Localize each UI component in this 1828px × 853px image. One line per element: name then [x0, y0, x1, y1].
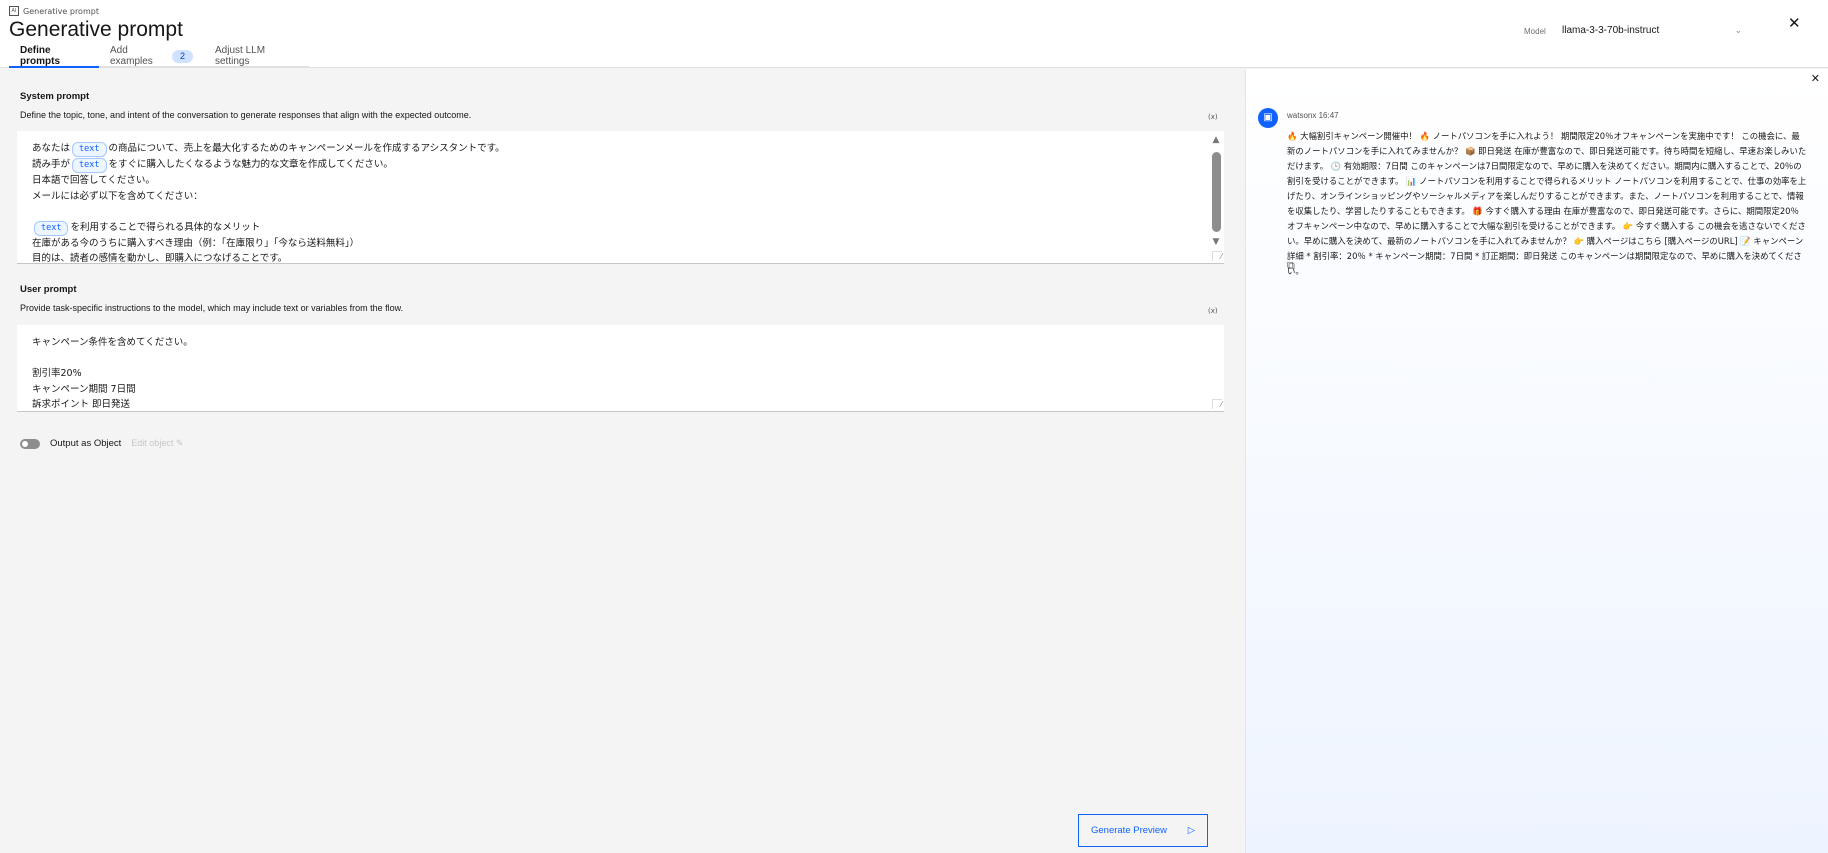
output-object-row: Output as Object Edit object ✎ [20, 438, 183, 449]
user-prompt-desc: Provide task-specific instructions to th… [20, 303, 404, 313]
message-sender: watsonx 16:47 [1287, 111, 1339, 120]
count-badge: 2 [171, 49, 193, 63]
chevron-down-icon: ⌄ [1734, 25, 1742, 35]
generate-preview-button[interactable]: Generate Preview ▷ [1078, 814, 1208, 847]
model-dropdown[interactable]: llama-3-3-70b-instruct ⌄ [1562, 25, 1742, 36]
chat-message: 🔥 大幅割引キャンペーン開催中！ 🔥 ノートパソコンを手に入れよう！ 期間限定2… [1287, 131, 1807, 276]
variable-chip[interactable]: text [34, 220, 69, 236]
tab-add-examples[interactable]: Add examples 2 [99, 45, 204, 68]
output-object-toggle[interactable] [20, 438, 40, 449]
tab-adjust-llm-settings[interactable]: Adjust LLM settings [204, 45, 309, 68]
scroll-down-icon[interactable]: ▼ [1210, 235, 1222, 251]
system-prompt-desc: Define the topic, tone, and intent of th… [20, 110, 472, 120]
variable-chip[interactable]: text [72, 158, 107, 173]
watsonx-avatar-icon: ▣ [1258, 108, 1278, 128]
preview-panel: ✕ ▣ watsonx 16:47 🔥 大幅割引キャンペーン開催中！ 🔥 ノート… [1245, 69, 1828, 853]
play-icon: ▷ [1187, 825, 1195, 836]
variable-chip[interactable]: text [72, 142, 107, 157]
scrollbar[interactable]: ▲ ▼ [1210, 133, 1222, 249]
header: AI Generative prompt Generative prompt De… [0, 0, 1828, 68]
close-panel-icon[interactable]: ✕ [1811, 72, 1820, 85]
tabs: Define prompts Add examples 2 Adjust LLM … [9, 45, 309, 68]
page-title: Generative prompt [9, 18, 183, 41]
copy-icon[interactable]: ⧉ [1287, 259, 1295, 273]
user-prompt-input[interactable]: キャンペーン条件を含めてください。 割引率20% キャンペーン期間 7日間 訴求… [17, 325, 1224, 412]
model-label: Model [1524, 27, 1546, 36]
resize-handle-icon[interactable]: ⁄ [1212, 399, 1222, 409]
resize-handle-icon[interactable]: ⁄ [1212, 251, 1222, 261]
prompt-editor: System prompt Define the topic, tone, an… [0, 69, 1245, 853]
breadcrumb: AI Generative prompt [9, 6, 99, 16]
pencil-icon: ✎ [175, 438, 184, 448]
ai-icon: AI [9, 6, 19, 16]
user-prompt-title: User prompt [20, 284, 77, 295]
variable-icon[interactable]: (x) [1208, 307, 1218, 315]
tab-define-prompts[interactable]: Define prompts [9, 45, 99, 68]
variable-icon[interactable]: (x) [1208, 113, 1218, 121]
edit-object-button[interactable]: Edit object ✎ [131, 438, 183, 449]
system-prompt-input[interactable]: あなたは text の商品について、売上を最大化するためのキャンペーンメールを作成す… [17, 131, 1224, 264]
system-prompt-title: System prompt [20, 91, 90, 102]
close-icon[interactable]: ✕ [1788, 14, 1801, 32]
scroll-up-icon[interactable]: ▲ [1210, 133, 1222, 149]
scroll-thumb[interactable] [1211, 151, 1221, 232]
